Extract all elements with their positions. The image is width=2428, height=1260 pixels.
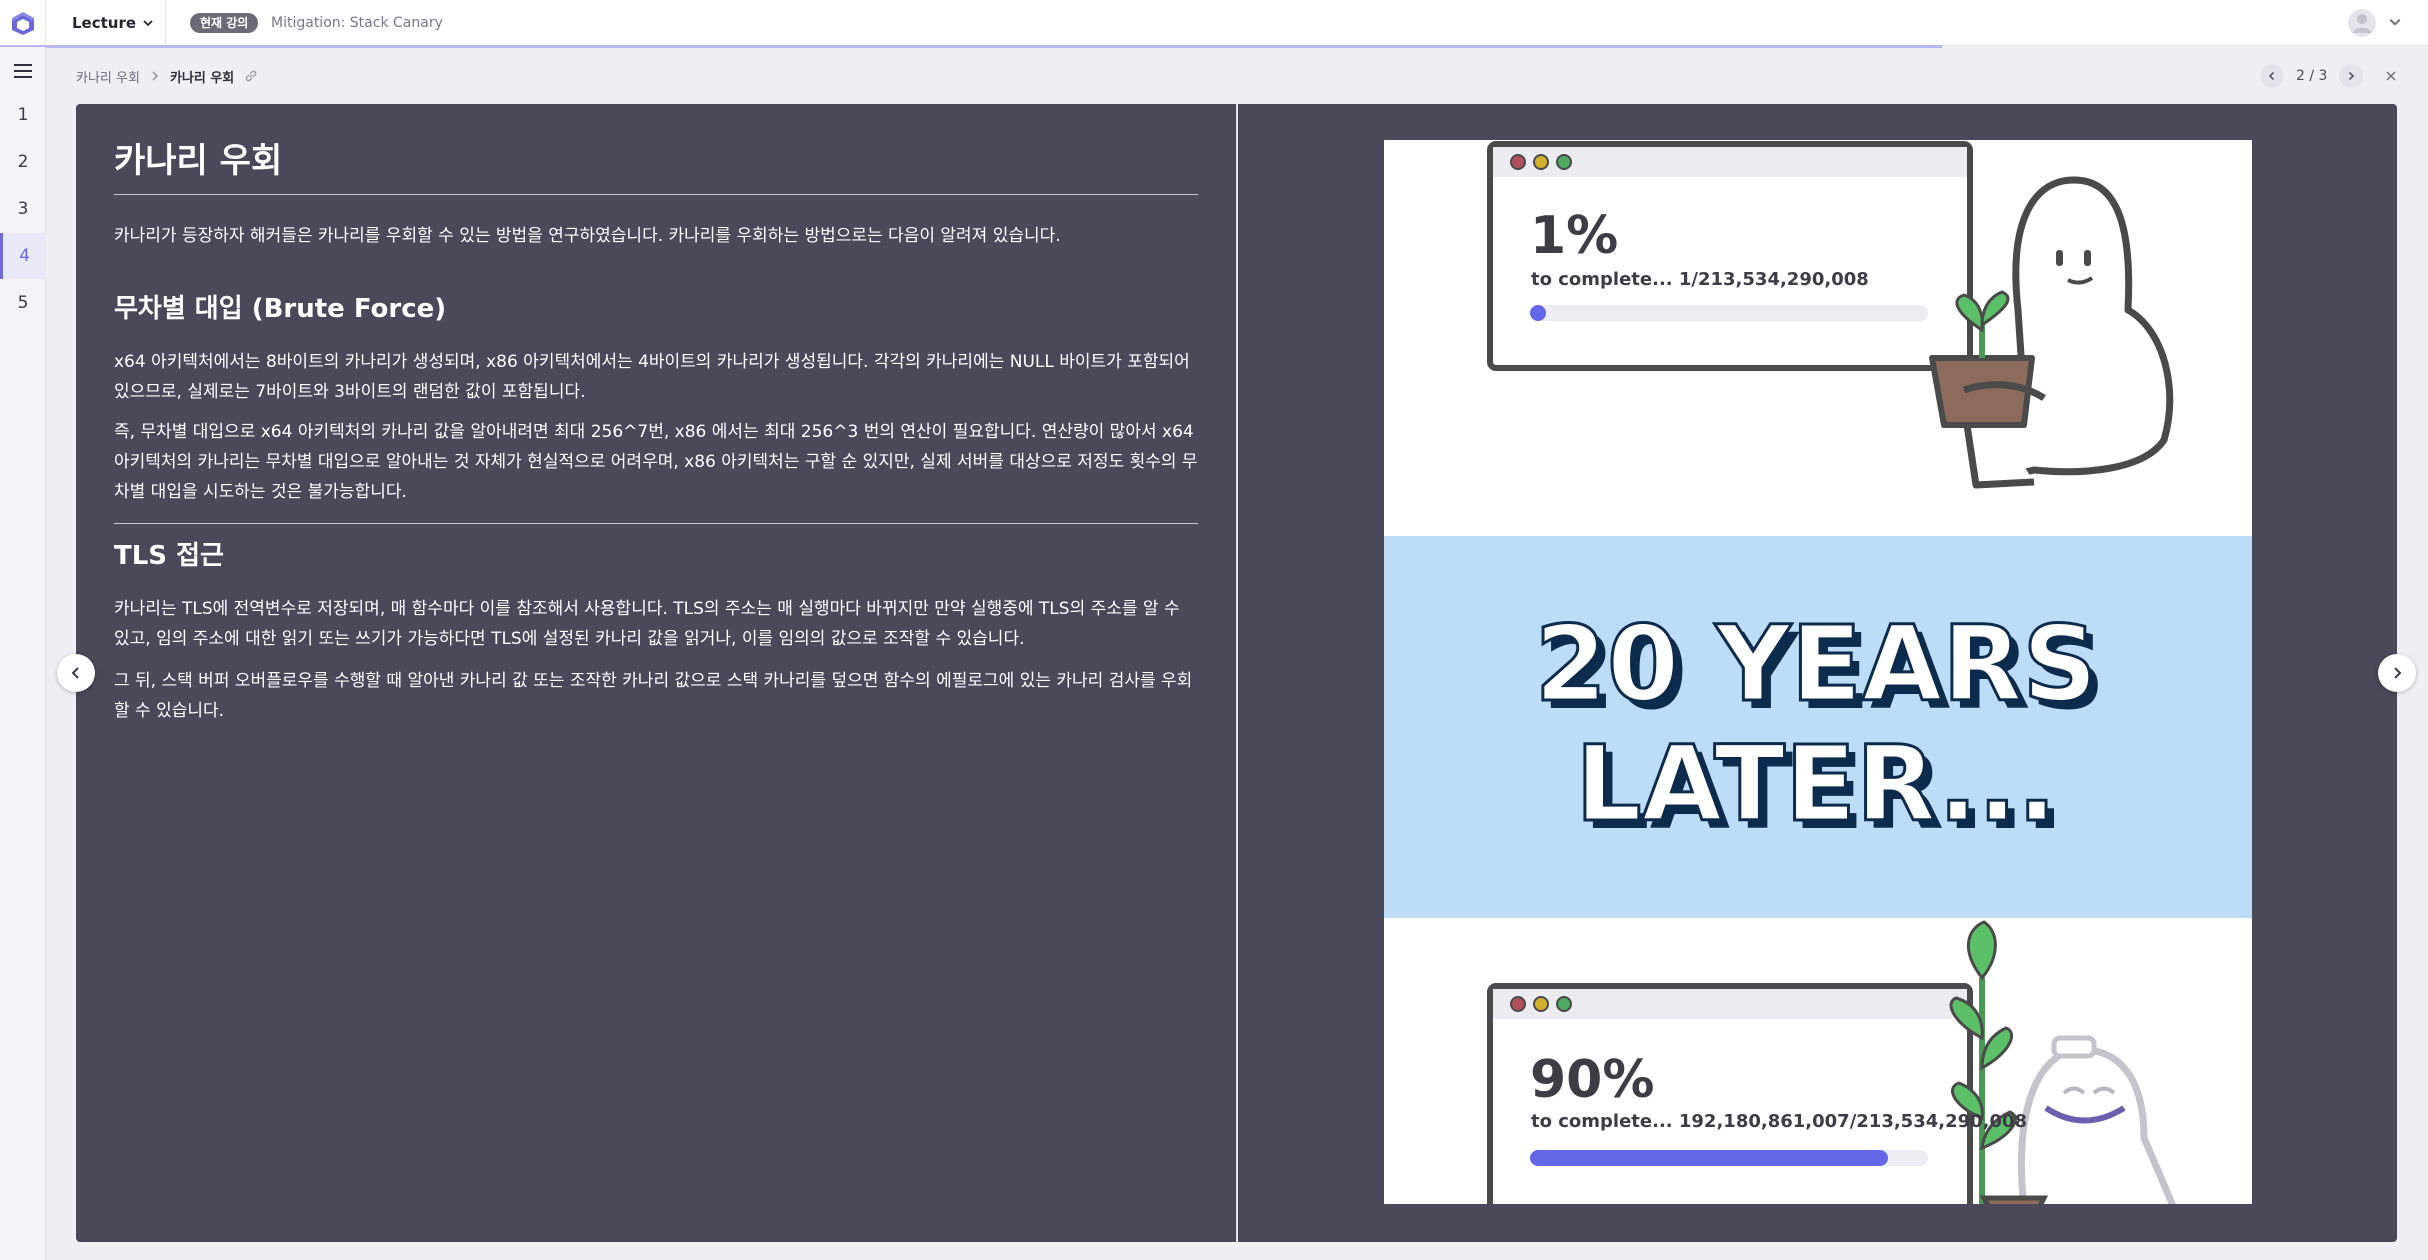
hamburger-icon (14, 64, 32, 78)
page-indicator: 2 / 3 (2296, 68, 2328, 84)
brute-force-heading: 무차별 대입 (Brute Force) (114, 294, 447, 324)
lecture-progress-bar (0, 45, 1943, 48)
menu-button[interactable] (11, 61, 35, 81)
app-logo[interactable] (0, 0, 46, 46)
meme-top-progress-fill (1530, 305, 1546, 321)
sidebar-item-3[interactable]: 3 (0, 186, 46, 232)
tls-heading: TLS 접근 (114, 541, 224, 571)
slide-sidebar: 1 2 3 4 5 (0, 47, 46, 1260)
chevron-right-icon (2349, 71, 2355, 81)
meme-top-complete: to complete... 1/213,534,290,008 (1531, 269, 1869, 290)
sidebar-item-1[interactable]: 1 (0, 92, 46, 138)
page-pager: 2 / 3 (2260, 64, 2364, 88)
breadcrumb-current: 카나리 우회 (169, 70, 235, 86)
slide-split-divider (1236, 104, 1238, 1242)
meme-top-percent: 1% (1530, 206, 1619, 266)
meme-years-line-1: 20 YEARS (1535, 603, 2098, 725)
tls-paragraph-1: 카나리는 TLS에 전역변수로 저장되며, 매 함수마다 이를 참조해서 사용합… (114, 599, 1180, 649)
chevron-down-icon (143, 20, 153, 27)
sidebar-item-2[interactable]: 2 (0, 139, 46, 185)
brute-force-paragraph-2: 즉, 무차별 대입으로 x64 아키텍처의 카나리 값을 알아내려면 최대 25… (114, 422, 1198, 502)
chevron-down-icon[interactable] (2388, 15, 2402, 29)
next-page-button[interactable] (2339, 64, 2364, 88)
breadcrumb-parent[interactable]: 카나리 우회 (76, 67, 140, 86)
chevron-left-icon (71, 667, 79, 679)
link-icon[interactable] (244, 69, 258, 83)
lecture-dropdown-label: Lecture (72, 14, 137, 32)
slide-title: 카나리 우회 (114, 138, 1198, 195)
section-divider (114, 523, 1198, 524)
slide-text-panel: 카나리 우회 카나리가 등장하자 해커들은 카나리를 우회할 수 있는 방법을 … (76, 104, 1236, 1242)
meme-years-line-2: LATER... (1575, 723, 2056, 845)
lecture-dropdown[interactable]: Lecture (46, 0, 166, 46)
top-bar: Lecture 현재 강의 Mitigation: Stack Canary (0, 0, 2428, 46)
meme-bottom-complete: to complete... 192,180,861,007/213,534,2… (1531, 1111, 2028, 1132)
meme-image: 1% to complete... 1/213,534,290,008 20 Y… (1384, 140, 2252, 1204)
slide-intro-text: 카나리가 등장하자 해커들은 카나리를 우회할 수 있는 방법을 연구하였습니다… (114, 226, 1061, 246)
sidebar-item-5[interactable]: 5 (0, 280, 46, 326)
chevron-right-icon (2394, 667, 2402, 679)
avatar[interactable] (2348, 9, 2376, 37)
slide-prev-button[interactable] (57, 654, 95, 692)
tls-paragraph-2: 그 뒤, 스택 버퍼 오버플로우를 수행할 때 알아낸 카나리 값 또는 조작한… (114, 671, 1193, 721)
close-icon (2386, 71, 2396, 81)
chevron-left-icon (2268, 71, 2275, 81)
brute-force-paragraph-1: x64 아키텍처에서는 8바이트의 카나리가 생성되며, x86 아키텍처에서는… (114, 352, 1190, 402)
logo-icon (11, 12, 34, 35)
breadcrumb: 카나리 우회 카나리 우회 (76, 66, 258, 86)
slide-content: 카나리 우회 카나리가 등장하자 해커들은 카나리를 우회할 수 있는 방법을 … (76, 104, 2397, 1242)
current-lecture-title: Mitigation: Stack Canary (271, 15, 443, 31)
user-icon (2353, 14, 2371, 33)
chevron-right-icon (150, 71, 160, 81)
current-lecture-badge: 현재 강의 (190, 13, 259, 33)
meme-top-illustration (1487, 141, 2174, 489)
meme-years-later-text: 20 YEARS 20 YEARS LATER... LATER... (1533, 602, 2105, 854)
slide-next-button[interactable] (2378, 654, 2416, 692)
meme-bottom-progress-fill (1530, 1150, 1889, 1166)
prev-page-button[interactable] (2260, 64, 2284, 88)
close-button[interactable] (2381, 66, 2401, 86)
meme-bottom-percent: 90% (1530, 1050, 1655, 1110)
sidebar-item-4[interactable]: 4 (0, 233, 46, 279)
